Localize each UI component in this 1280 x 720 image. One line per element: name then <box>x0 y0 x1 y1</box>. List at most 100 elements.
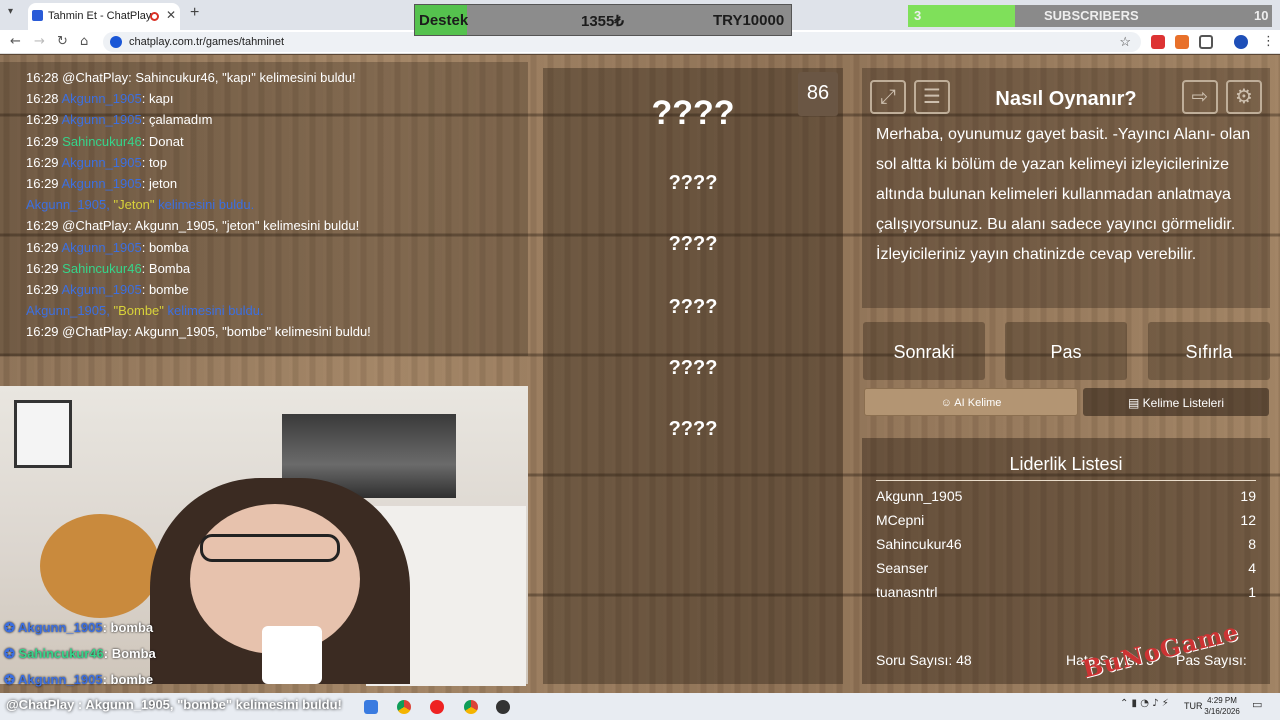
chat-time: 16:28 <box>26 70 59 85</box>
chat-username: Akgunn_1905 <box>61 239 142 255</box>
extension-icon[interactable] <box>1151 35 1165 49</box>
chat-line: 16:29 @ChatPlay: Akgunn_1905, "jeton" ke… <box>26 218 359 233</box>
overlay-message: : bombe <box>102 672 154 687</box>
home-icon[interactable]: ⌂ <box>80 34 88 49</box>
chat-line: Akgunn_1905, "Jeton" kelimesini buldu. <box>26 197 254 212</box>
subscriber-count: 3 <box>914 8 922 23</box>
chat-username: Akgunn_1905 <box>61 91 142 107</box>
profile-avatar-icon[interactable] <box>1234 35 1248 49</box>
chat-line: 16:28 Akgunn_1905: kapı <box>26 91 174 106</box>
forbidden-word: ???? <box>668 172 718 194</box>
obs-icon[interactable] <box>496 700 510 714</box>
overlay-username: Sahincukur46 <box>18 646 104 661</box>
player-score: 19 <box>1240 488 1256 504</box>
chat-message: bombe <box>148 282 189 297</box>
chat-message: Akgunn_1905, "jeton" kelimesini buldu! <box>134 218 360 234</box>
taskbar-clock[interactable]: 4:29 PM 3/16/2026 <box>1202 695 1242 717</box>
chat-separator: : <box>141 282 149 297</box>
subscriber-goal-bar: 3 SUBSCRIBERS 10 <box>908 5 1272 27</box>
player-name: Seanser <box>876 560 929 576</box>
tab-title: Tahmin Et - ChatPlay <box>48 10 152 22</box>
forbidden-word: ???? <box>668 296 718 318</box>
chat-username: Akgunn_1905 <box>61 112 142 128</box>
subscriber-progress-fill <box>908 5 1015 27</box>
metamask-icon[interactable] <box>1175 35 1189 49</box>
chat-message: jeton <box>148 176 178 191</box>
chat-username: Akgunn_1905 <box>26 197 107 213</box>
chat-line: Akgunn_1905, "Bombe" kelimesini buldu. <box>26 303 264 318</box>
browser-menu-icon[interactable]: ⋮ <box>1262 34 1275 49</box>
player-score: 4 <box>1248 560 1256 576</box>
glasses <box>200 534 340 562</box>
language-indicator[interactable]: TUR <box>1184 701 1203 711</box>
bookmark-star-icon[interactable]: ☆ <box>1119 34 1131 50</box>
microphone <box>262 626 322 684</box>
chat-time: 16:29 <box>26 154 59 170</box>
close-tab-icon[interactable]: ✕ <box>166 8 176 22</box>
chat-separator: : <box>141 154 149 170</box>
chrome-active-icon[interactable] <box>464 700 478 714</box>
chat-line: 16:29 Sahincukur46: Bomba <box>26 261 190 276</box>
chat-separator: : <box>141 239 149 255</box>
chat-username: @ChatPlay <box>62 70 129 85</box>
badge-icon: ✪ <box>4 646 19 661</box>
chat-ticker: @ChatPlay : Akgunn_1905, "bombe" kelimes… <box>6 697 342 712</box>
chat-separator: : <box>141 133 149 149</box>
pass-button[interactable]: Pas <box>1005 322 1127 380</box>
chat-time: 16:29 <box>26 260 59 276</box>
chat-message: kelimesini buldu. <box>163 303 264 319</box>
word-lists-button[interactable]: ▤ Kelime Listeleri <box>1083 388 1269 416</box>
chat-time: 16:29 <box>26 324 59 340</box>
word-lists-label: Kelime Listeleri <box>1142 396 1225 410</box>
back-icon[interactable]: ← <box>10 34 21 49</box>
system-tray-icons[interactable]: ⌃ ▮ ◔ ♪ ⚡ <box>1120 698 1169 709</box>
forward-icon[interactable]: → <box>34 34 45 49</box>
site-info-icon[interactable] <box>110 36 122 48</box>
clock-time: 4:29 PM <box>1207 696 1237 705</box>
chat-line: 16:29 Sahincukur46: Donat <box>26 134 184 149</box>
chat-time: 16:29 <box>26 112 59 128</box>
question-count: Soru Sayısı: 48 <box>876 652 972 668</box>
chat-message: Donat <box>148 133 184 149</box>
notification-icon[interactable]: ▭ <box>1252 698 1262 711</box>
found-word: "Bombe" <box>113 303 164 319</box>
clock-date: 3/16/2026 <box>1204 707 1240 716</box>
opera-icon[interactable] <box>430 700 444 714</box>
chat-line: 16:29 Akgunn_1905: top <box>26 155 167 170</box>
chat-username: Sahincukur46 <box>62 133 142 149</box>
chat-line: 16:29 @ChatPlay: Akgunn_1905, "bombe" ke… <box>26 324 371 339</box>
wall-frame <box>14 400 72 468</box>
ai-word-button[interactable]: ☺ AI Kelime <box>864 388 1078 416</box>
player-score: 8 <box>1248 536 1256 552</box>
chat-log-panel: 16:28 @ChatPlay: Sahincukur46, "kapı" ke… <box>0 62 528 356</box>
chat-username: Akgunn_1905 <box>26 303 107 319</box>
chat-separator: : <box>141 112 149 128</box>
chrome-icon[interactable] <box>397 700 411 714</box>
reset-button[interactable]: Sıfırla <box>1148 322 1270 380</box>
chat-line: 16:29 Akgunn_1905: bomba <box>26 240 189 255</box>
chat-time: 16:29 <box>26 176 59 191</box>
store-icon[interactable] <box>364 700 378 714</box>
next-button[interactable]: Sonraki <box>863 322 985 380</box>
chat-username: Sahincukur46 <box>62 260 142 276</box>
forbidden-word: ???? <box>668 233 718 255</box>
player-name: tuanasntrl <box>876 584 938 600</box>
chat-username: Akgunn_1905 <box>61 282 142 297</box>
browser-tab[interactable]: Tahmin Et - ChatPlay ✕ <box>28 3 180 30</box>
leaderboard-row: MCepni 12 <box>876 512 1256 528</box>
subscriber-goal: 10 <box>1254 8 1269 23</box>
player-score: 1 <box>1248 584 1256 600</box>
chat-username: @ChatPlay <box>62 324 129 340</box>
donation-goal-bar: Destek 1355₺ TRY10000 <box>414 4 792 36</box>
reload-icon[interactable]: ↻ <box>57 34 68 49</box>
chat-username: @ChatPlay <box>62 218 129 234</box>
new-tab-button[interactable]: + <box>190 4 199 22</box>
player-name: Akgunn_1905 <box>876 488 963 504</box>
forbidden-word: ???? <box>668 357 718 379</box>
chat-time: 16:29 <box>26 133 59 149</box>
tab-search-icon[interactable]: ▾ <box>8 6 13 17</box>
webcam-feed <box>0 386 528 686</box>
extensions-puzzle-icon[interactable] <box>1199 35 1213 49</box>
player-score: 12 <box>1240 512 1256 528</box>
chat-username: Akgunn_1905 <box>61 154 142 170</box>
